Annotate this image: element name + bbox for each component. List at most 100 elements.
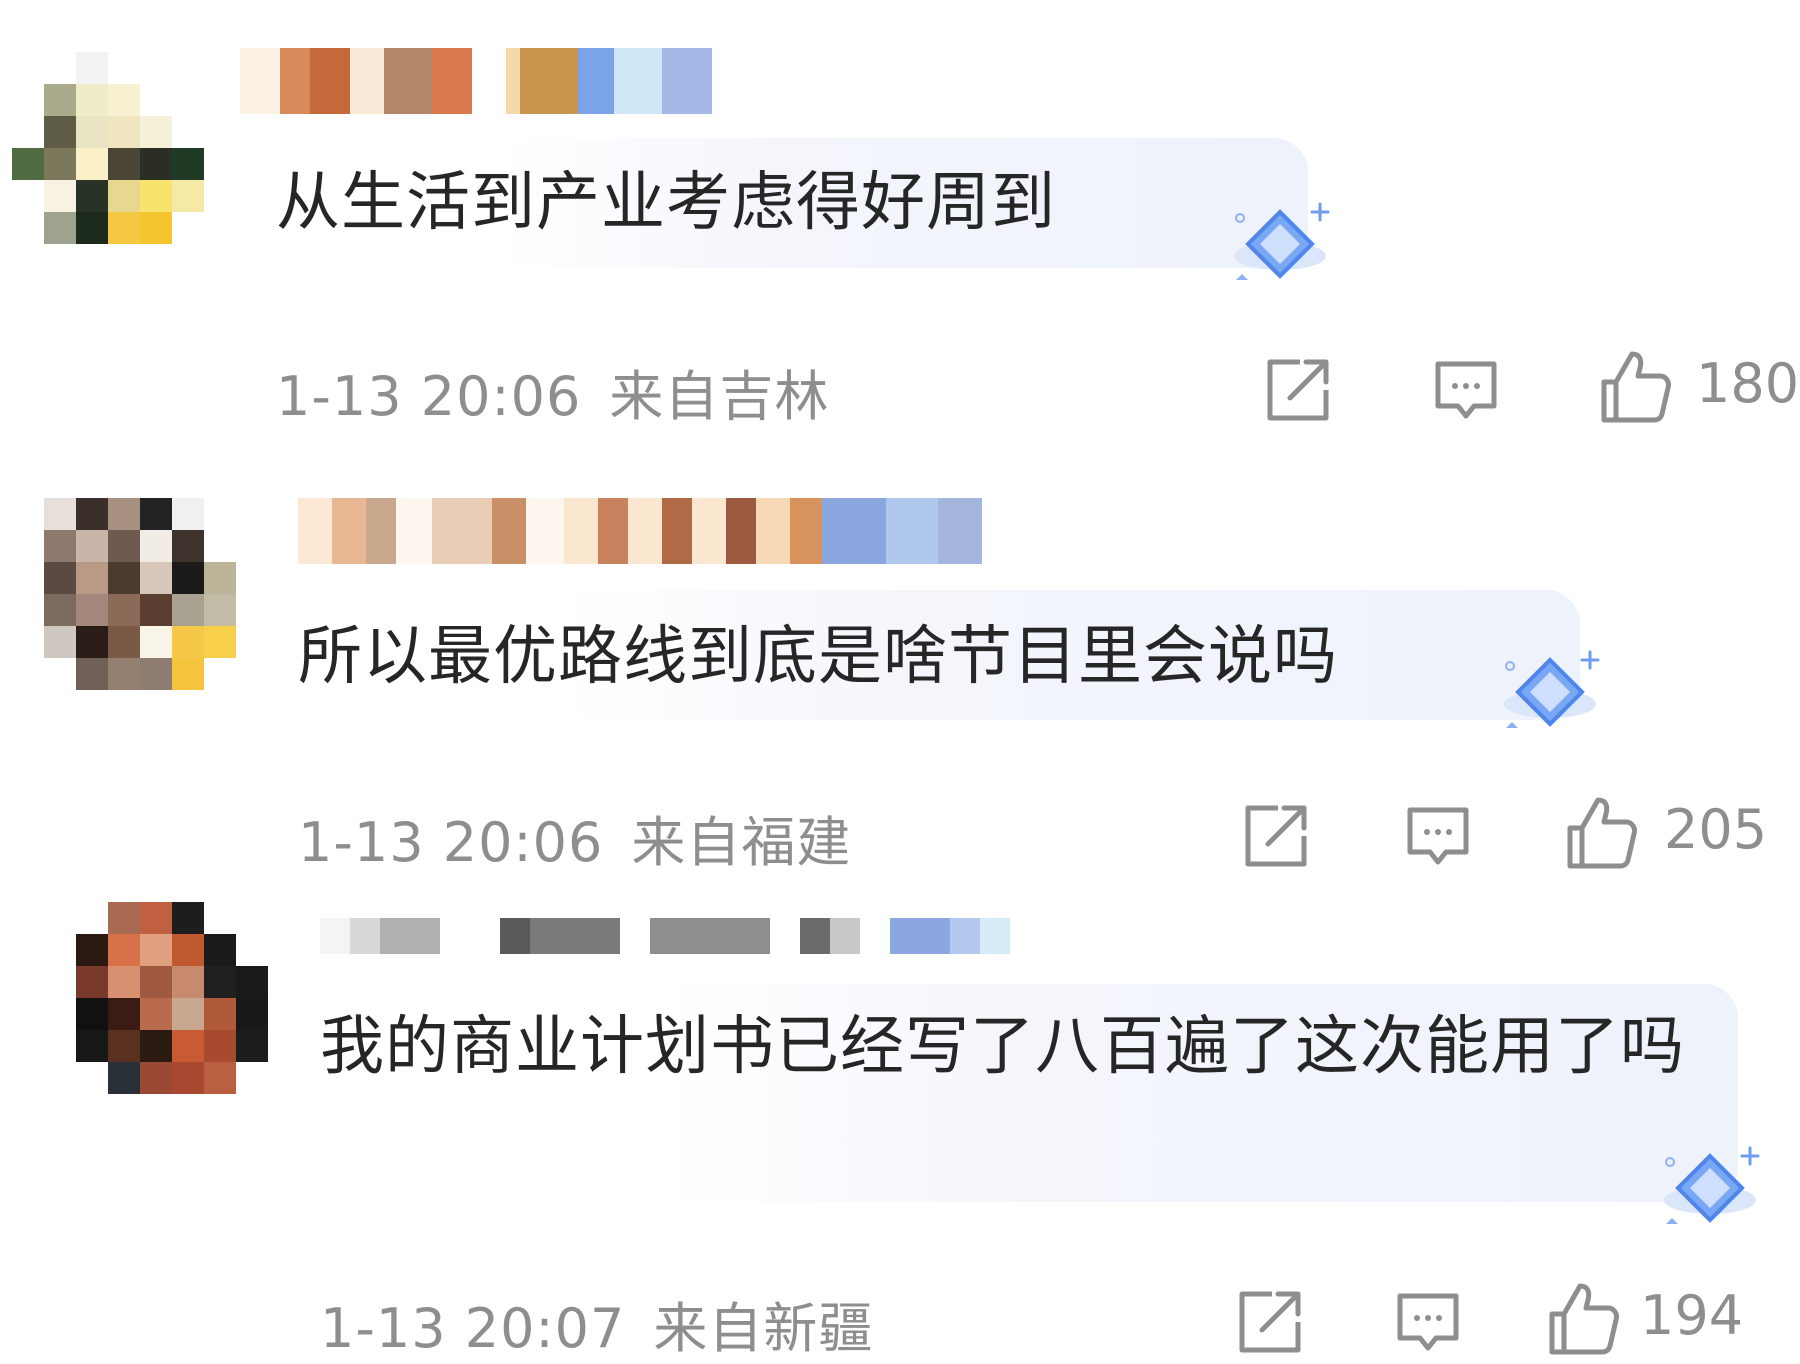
- avatar-pixel: [204, 594, 236, 626]
- like-count: 205: [1664, 798, 1768, 861]
- avatar-pixel: [44, 658, 76, 690]
- avatar-pixel: [108, 594, 140, 626]
- avatar-pixel: [76, 1062, 108, 1094]
- comment-item: 我的商业计划书已经写了八百遍了这次能用了吗 1-13 20:07 来自新疆 194: [0, 0, 1800, 1360]
- avatar-pixel: [172, 902, 204, 934]
- username-pixel: [396, 498, 432, 564]
- username-pixel: [822, 498, 886, 564]
- avatar-pixel: [108, 626, 140, 658]
- avatar-pixel: [140, 998, 172, 1030]
- avatar-pixel: [44, 530, 76, 562]
- avatar-pixel: [172, 562, 204, 594]
- comment-text: 所以最优路线到底是啥节目里会说吗: [298, 620, 1338, 694]
- diamond-badge-icon: [1650, 1140, 1770, 1236]
- username-pixel: [662, 498, 692, 564]
- avatar-pixel: [140, 966, 172, 998]
- username-pixel: [980, 918, 1010, 954]
- avatar-pixel: [76, 562, 108, 594]
- avatar-pixel: [172, 626, 204, 658]
- like-count: 194: [1640, 1284, 1744, 1347]
- avatar-pixel: [204, 626, 236, 658]
- username-pixel: [860, 918, 890, 954]
- avatar-pixel: [140, 658, 172, 690]
- username-pixel: [350, 918, 380, 954]
- username-pixel: [530, 918, 620, 954]
- share-icon[interactable]: [1232, 1284, 1308, 1360]
- avatar-pixel: [172, 966, 204, 998]
- avatar-pixel: [76, 498, 108, 530]
- avatar-pixel: [140, 1062, 172, 1094]
- comment-icon[interactable]: [1390, 1284, 1466, 1360]
- username-blurred[interactable]: [298, 498, 982, 564]
- avatar-pixel: [172, 1030, 204, 1062]
- username-pixel: [500, 918, 530, 954]
- username-pixel: [950, 918, 980, 954]
- avatar-pixel: [140, 902, 172, 934]
- avatar-pixel: [44, 626, 76, 658]
- avatar-pixel: [140, 934, 172, 966]
- avatar-pixel: [236, 998, 268, 1030]
- avatar[interactable]: [44, 498, 236, 690]
- username-pixel: [770, 918, 800, 954]
- username-pixel: [650, 918, 770, 954]
- avatar-pixel: [76, 594, 108, 626]
- avatar-pixel: [76, 1030, 108, 1062]
- avatar[interactable]: [76, 902, 268, 1094]
- avatar-pixel: [204, 998, 236, 1030]
- avatar-pixel: [236, 902, 268, 934]
- username-blurred[interactable]: [320, 918, 1010, 954]
- username-pixel: [938, 498, 982, 564]
- avatar-pixel: [108, 998, 140, 1030]
- avatar-pixel: [236, 1030, 268, 1062]
- avatar-pixel: [172, 1062, 204, 1094]
- avatar-pixel: [140, 562, 172, 594]
- username-pixel: [564, 498, 598, 564]
- avatar-pixel: [172, 530, 204, 562]
- username-pixel: [726, 498, 756, 564]
- avatar-pixel: [108, 562, 140, 594]
- comment-meta: 1-13 20:06 来自福建: [298, 798, 851, 877]
- avatar-pixel: [204, 658, 236, 690]
- share-icon[interactable]: [1238, 798, 1314, 874]
- avatar-pixel: [108, 902, 140, 934]
- avatar-pixel: [108, 498, 140, 530]
- username-pixel: [526, 498, 564, 564]
- avatar-pixel: [76, 934, 108, 966]
- thumbs-up-icon[interactable]: [1542, 1278, 1619, 1355]
- avatar-pixel: [140, 498, 172, 530]
- avatar-pixel: [172, 658, 204, 690]
- avatar-pixel: [108, 966, 140, 998]
- avatar-pixel: [172, 498, 204, 530]
- username-pixel: [332, 498, 366, 564]
- username-pixel: [380, 918, 440, 954]
- avatar-pixel: [172, 934, 204, 966]
- avatar-pixel: [172, 594, 204, 626]
- username-pixel: [440, 918, 500, 954]
- username-pixel: [366, 498, 396, 564]
- avatar-pixel: [44, 594, 76, 626]
- avatar-pixel: [204, 1030, 236, 1062]
- comment-location: 来自新疆: [653, 1297, 874, 1360]
- avatar-pixel: [76, 530, 108, 562]
- avatar-pixel: [204, 530, 236, 562]
- avatar-pixel: [108, 530, 140, 562]
- avatar-pixel: [108, 934, 140, 966]
- username-pixel: [756, 498, 790, 564]
- username-pixel: [320, 918, 350, 954]
- comment-meta: 1-13 20:07 来自新疆: [320, 1284, 873, 1363]
- avatar-pixel: [108, 1030, 140, 1062]
- avatar-pixel: [108, 658, 140, 690]
- comment-text: 我的商业计划书已经写了八百遍了这次能用了吗: [320, 1010, 1685, 1084]
- username-pixel: [790, 498, 822, 564]
- avatar-pixel: [204, 966, 236, 998]
- username-pixel: [890, 918, 950, 954]
- username-pixel: [628, 498, 662, 564]
- avatar-pixel: [236, 966, 268, 998]
- avatar-pixel: [204, 902, 236, 934]
- username-pixel: [432, 498, 492, 564]
- thumbs-up-icon[interactable]: [1560, 792, 1637, 869]
- comment-icon[interactable]: [1400, 798, 1476, 874]
- avatar-pixel: [172, 998, 204, 1030]
- username-pixel: [800, 918, 830, 954]
- avatar-pixel: [76, 902, 108, 934]
